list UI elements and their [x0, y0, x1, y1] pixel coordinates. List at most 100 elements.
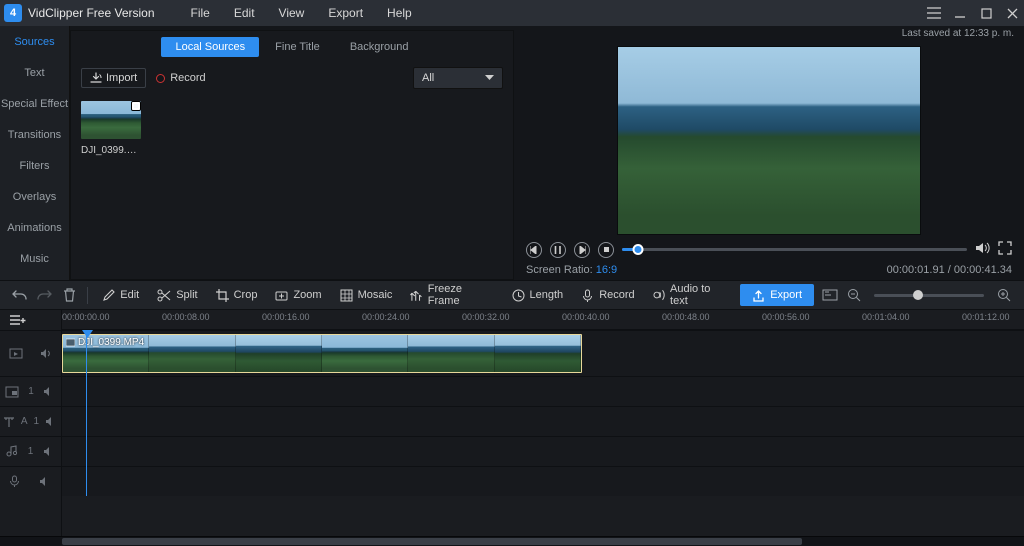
export-button[interactable]: Export — [740, 284, 814, 306]
timeline-track-headers: 1 A 1 1 — [0, 310, 62, 536]
track-number: 1 — [34, 416, 40, 427]
zoom-icon — [275, 289, 288, 302]
video-track[interactable]: DJI_0399.MP4 — [62, 330, 1024, 376]
rail-overlays[interactable]: Overlays — [0, 181, 69, 212]
tab-local-sources[interactable]: Local Sources — [161, 37, 259, 57]
seek-slider[interactable] — [622, 242, 967, 258]
audio-to-text-button[interactable]: Audio to text — [647, 284, 735, 306]
ruler-label: 00:00:48.00 — [662, 312, 710, 322]
preview-area: Last saved at 12:33 p. m. Screen Rati — [514, 26, 1024, 280]
toolbar-record-label: Record — [599, 289, 634, 301]
next-button[interactable] — [574, 242, 590, 258]
media-thumbnail — [81, 101, 141, 139]
media-item[interactable]: DJI_0399.M... — [81, 101, 141, 156]
crop-button[interactable]: Crop — [210, 284, 264, 306]
source-filter-dropdown[interactable]: All — [413, 67, 503, 89]
close-icon[interactable] — [1004, 5, 1020, 21]
mosaic-icon — [340, 289, 353, 302]
add-track-icon[interactable] — [8, 310, 28, 330]
playhead[interactable] — [86, 330, 87, 496]
horizontal-scrollbar[interactable] — [0, 536, 1024, 546]
voice-track[interactable] — [62, 466, 1024, 496]
split-label: Split — [176, 289, 197, 301]
volume-icon[interactable] — [975, 241, 990, 258]
freeze-label: Freeze Frame — [428, 283, 494, 307]
zoom-button[interactable]: Zoom — [269, 284, 327, 306]
audio-track[interactable] — [62, 436, 1024, 466]
toolbar-record-button[interactable]: Record — [575, 284, 640, 306]
edit-button[interactable]: Edit — [96, 284, 145, 306]
tab-fine-title[interactable]: Fine Title — [261, 37, 334, 57]
rail-text[interactable]: Text — [0, 57, 69, 88]
minimize-icon[interactable] — [952, 5, 968, 21]
ruler-label: 00:01:12.00 — [962, 312, 1010, 322]
audio-text-label: Audio to text — [670, 283, 728, 307]
hamburger-icon[interactable] — [926, 5, 942, 21]
crop-icon — [216, 289, 229, 302]
app-logo-icon: 4 — [4, 4, 22, 22]
export-label: Export — [770, 289, 802, 301]
freeze-frame-button[interactable]: Freeze Frame — [404, 284, 499, 306]
menu-file[interactable]: File — [179, 0, 222, 26]
edit-icon — [102, 289, 115, 302]
track-number: 1 — [28, 386, 34, 397]
freeze-icon — [410, 289, 422, 302]
redo-button[interactable] — [35, 285, 54, 305]
maximize-icon[interactable] — [978, 5, 994, 21]
rail-sources[interactable]: Sources — [0, 26, 69, 57]
track-head-video[interactable] — [0, 330, 61, 376]
rail-animations[interactable]: Animations — [0, 212, 69, 243]
music-track-icon — [5, 445, 18, 458]
fit-button[interactable] — [820, 285, 840, 305]
transport-controls — [522, 239, 1016, 260]
zoom-in-button[interactable] — [994, 285, 1014, 305]
split-button[interactable]: Split — [151, 284, 203, 306]
delete-button[interactable] — [60, 285, 79, 305]
track-head-audio[interactable]: 1 — [0, 436, 61, 466]
ruler-label: 00:00:08.00 — [162, 312, 210, 322]
undo-button[interactable] — [10, 285, 29, 305]
tab-background[interactable]: Background — [336, 37, 423, 57]
track-text-sub: A — [21, 416, 28, 427]
menu-edit[interactable]: Edit — [222, 0, 267, 26]
rail-music[interactable]: Music — [0, 243, 69, 274]
mic-icon — [581, 289, 594, 302]
prev-button[interactable] — [526, 242, 542, 258]
rail-filters[interactable]: Filters — [0, 150, 69, 181]
crop-label: Crop — [234, 289, 258, 301]
zoom-out-button[interactable] — [844, 285, 864, 305]
pip-track[interactable] — [62, 376, 1024, 406]
text-track[interactable] — [62, 406, 1024, 436]
play-pause-button[interactable] — [550, 242, 566, 258]
length-button[interactable]: Length — [506, 284, 570, 306]
app-title: VidClipper Free Version — [28, 6, 155, 20]
track-head-voice[interactable] — [0, 466, 61, 496]
zoom-slider[interactable] — [874, 294, 984, 297]
track-head-text[interactable]: A 1 — [0, 406, 61, 436]
fullscreen-icon[interactable] — [998, 241, 1012, 258]
ruler-label: 00:01:04.00 — [862, 312, 910, 322]
ruler-label: 00:00:32.00 — [462, 312, 510, 322]
rail-transitions[interactable]: Transitions — [0, 119, 69, 150]
import-label: Import — [106, 72, 137, 84]
mosaic-button[interactable]: Mosaic — [334, 284, 399, 306]
import-button[interactable]: Import — [81, 68, 146, 88]
menu-export[interactable]: Export — [316, 0, 375, 26]
ruler-label: 00:00:56.00 — [762, 312, 810, 322]
mosaic-label: Mosaic — [358, 289, 393, 301]
screen-ratio-label: Screen Ratio: — [526, 264, 593, 276]
speaker-icon — [40, 348, 53, 359]
time-current: 00:00:01.91 — [887, 264, 945, 276]
rail-special-effect[interactable]: Special Effect — [0, 88, 69, 119]
preview-canvas[interactable] — [617, 46, 921, 235]
scrollbar-thumb[interactable] — [62, 538, 802, 545]
menu-help[interactable]: Help — [375, 0, 424, 26]
stop-button[interactable] — [598, 242, 614, 258]
timeline-ruler[interactable]: 00:00:00.0000:00:08.0000:00:16.0000:00:2… — [62, 310, 1024, 330]
timeline-clip[interactable]: DJI_0399.MP4 — [62, 334, 582, 373]
menu-view[interactable]: View — [267, 0, 317, 26]
record-button[interactable]: Record — [156, 72, 205, 84]
video-track-icon — [9, 347, 23, 360]
track-head-pip[interactable]: 1 — [0, 376, 61, 406]
speaker-icon — [45, 416, 58, 427]
